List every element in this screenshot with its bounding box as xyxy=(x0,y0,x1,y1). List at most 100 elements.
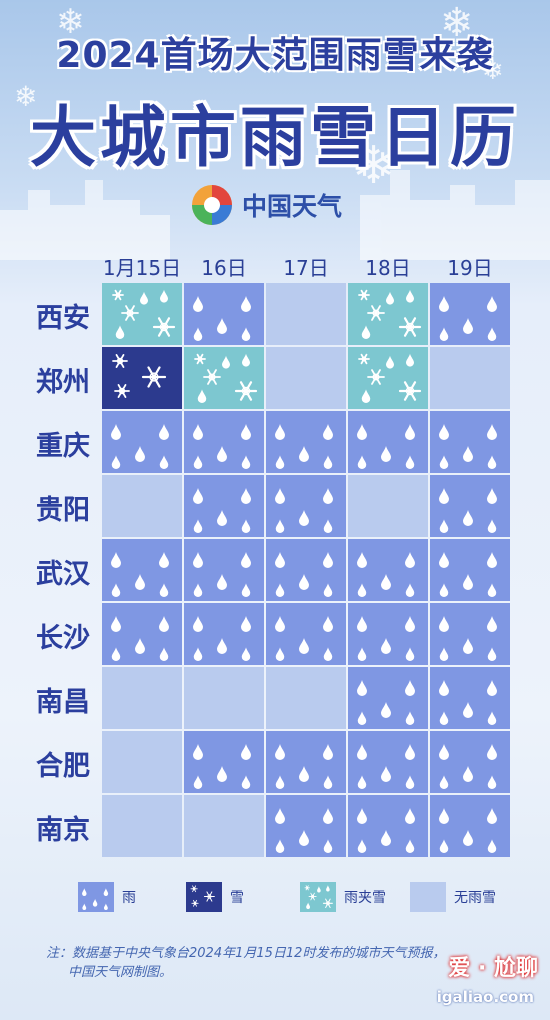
calendar-cell-rain xyxy=(430,283,510,345)
rain-icon xyxy=(430,475,510,537)
legend-label-sleet: 雨夹雪 xyxy=(344,890,386,906)
calendar-cell-rain xyxy=(102,411,182,473)
rain-icon xyxy=(430,603,510,665)
calendar-cell-none xyxy=(348,475,428,537)
calendar-cell-rain xyxy=(266,411,346,473)
footnote-line-2: 中国天气网制图。 xyxy=(68,965,173,980)
watermark-title: 爱 · 尬聊 xyxy=(448,956,538,981)
calendar-cell-rain xyxy=(266,795,346,857)
row-header-city: 贵阳 xyxy=(36,495,90,526)
calendar-cell-rain xyxy=(184,475,264,537)
none-icon xyxy=(410,882,446,912)
none-icon xyxy=(102,795,182,857)
calendar-cell-none xyxy=(184,795,264,857)
calendar-cell-rain xyxy=(348,731,428,793)
calendar-cell-rain xyxy=(430,731,510,793)
row-header-city: 郑州 xyxy=(36,367,90,398)
none-icon xyxy=(266,667,346,729)
calendar-cell-none xyxy=(184,667,264,729)
rain-icon xyxy=(348,795,428,857)
calendar-cell-rain xyxy=(348,795,428,857)
rain-icon xyxy=(348,411,428,473)
column-header: 16日 xyxy=(201,256,247,280)
calendar-cell-rain xyxy=(266,603,346,665)
rain-icon xyxy=(266,731,346,793)
legend-label-snow: 雪 xyxy=(230,890,244,906)
rain-icon xyxy=(348,731,428,793)
calendar-cell-none xyxy=(102,731,182,793)
sleet-icon xyxy=(102,283,182,345)
rain-icon xyxy=(430,667,510,729)
rain-icon xyxy=(78,882,114,912)
calendar-cell-sleet xyxy=(348,347,428,409)
snow-icon xyxy=(102,347,182,409)
calendar-cell-rain xyxy=(266,731,346,793)
none-icon xyxy=(266,347,346,409)
calendar-cell-sleet xyxy=(184,347,264,409)
footnote: 注：数据基于中央气象台2024年1月15日12时发布的城市天气预报， 中国天气网… xyxy=(46,944,445,982)
rain-icon xyxy=(184,283,264,345)
page-subtitle: 大城市雨雪日历 xyxy=(30,99,520,176)
rain-icon xyxy=(430,795,510,857)
legend-swatch-rain xyxy=(78,882,114,912)
rain-icon xyxy=(430,539,510,601)
calendar-cell-snow xyxy=(102,347,182,409)
calendar-cell-rain xyxy=(348,603,428,665)
rain-icon xyxy=(266,475,346,537)
rain-icon xyxy=(266,603,346,665)
calendar-cell-rain xyxy=(184,411,264,473)
calendar-cell-rain xyxy=(348,539,428,601)
rain-icon xyxy=(430,731,510,793)
page-title: 2024首场大范围雨雪来袭 xyxy=(56,35,494,76)
rain-icon xyxy=(102,411,182,473)
row-header-city: 重庆 xyxy=(36,431,90,462)
rain-icon xyxy=(266,539,346,601)
none-icon xyxy=(430,347,510,409)
rain-icon xyxy=(266,411,346,473)
calendar-cell-rain xyxy=(430,411,510,473)
calendar-cell-rain xyxy=(430,475,510,537)
rain-icon xyxy=(184,603,264,665)
sleet-icon xyxy=(348,347,428,409)
calendar-cell-sleet xyxy=(102,283,182,345)
none-icon xyxy=(184,667,264,729)
calendar-cell-rain xyxy=(184,603,264,665)
column-header: 19日 xyxy=(447,256,493,280)
calendar-cell-rain xyxy=(184,731,264,793)
none-icon xyxy=(184,795,264,857)
rain-icon xyxy=(430,283,510,345)
brand-logo: 中国天气 xyxy=(190,182,342,228)
row-header-city: 武汉 xyxy=(36,559,90,590)
brand-swirl-icon xyxy=(192,185,232,225)
none-icon xyxy=(266,283,346,345)
calendar-cell-none xyxy=(102,667,182,729)
legend-swatch-sleet xyxy=(300,882,336,912)
calendar-cell-rain xyxy=(430,795,510,857)
legend-swatch-snow xyxy=(186,882,222,912)
rain-icon xyxy=(348,667,428,729)
column-header: 18日 xyxy=(365,256,411,280)
rain-icon xyxy=(348,603,428,665)
calendar-cell-rain xyxy=(348,667,428,729)
calendar-cell-rain xyxy=(430,539,510,601)
row-header-city: 南京 xyxy=(36,815,90,846)
calendar-cell-rain xyxy=(348,411,428,473)
rain-icon xyxy=(184,411,264,473)
rain-icon xyxy=(348,539,428,601)
calendar-cell-none xyxy=(266,667,346,729)
rain-icon xyxy=(102,539,182,601)
snow-icon xyxy=(186,882,222,912)
calendar-cell-none xyxy=(102,475,182,537)
sleet-icon xyxy=(348,283,428,345)
rain-icon xyxy=(184,475,264,537)
row-header-city: 长沙 xyxy=(36,623,90,654)
calendar-cell-rain xyxy=(430,667,510,729)
calendar-cell-none xyxy=(102,795,182,857)
calendar-cell-none xyxy=(430,347,510,409)
column-header: 17日 xyxy=(283,256,329,280)
calendar-cell-rain xyxy=(184,283,264,345)
legend-swatch-none xyxy=(410,882,446,912)
legend-label-none: 无雨雪 xyxy=(454,890,496,906)
footnote-line-1: 注：数据基于中央气象台2024年1月15日12时发布的城市天气预报， xyxy=(46,946,446,961)
none-icon xyxy=(348,475,428,537)
